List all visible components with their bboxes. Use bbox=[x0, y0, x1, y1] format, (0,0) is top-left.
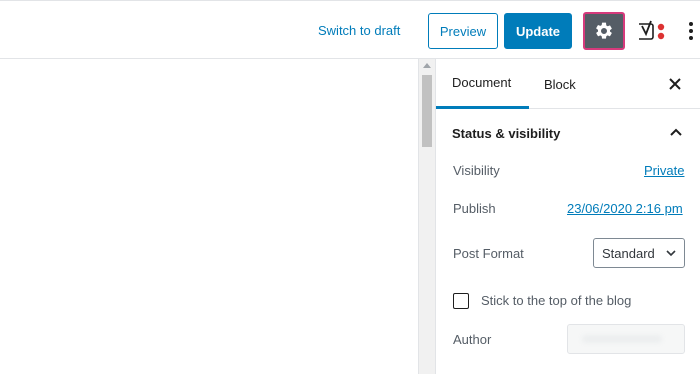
post-format-label: Post Format bbox=[453, 246, 524, 261]
post-format-selected-value: Standard bbox=[602, 245, 655, 261]
switch-to-draft-link[interactable]: Switch to draft bbox=[318, 23, 400, 38]
editor-header: Switch to draft Preview Update bbox=[0, 0, 700, 59]
visibility-toggle-link[interactable]: Private bbox=[644, 163, 684, 178]
scrollbar-thumb[interactable] bbox=[422, 75, 432, 147]
visibility-label: Visibility bbox=[453, 163, 500, 178]
author-select[interactable] bbox=[567, 324, 685, 354]
chevron-down-icon bbox=[666, 250, 676, 257]
yoast-icon bbox=[639, 20, 665, 40]
close-sidebar-button[interactable] bbox=[666, 75, 684, 93]
yoast-button[interactable] bbox=[632, 14, 670, 48]
sticky-checkbox-label[interactable]: Stick to the top of the blog bbox=[481, 293, 631, 308]
update-button[interactable]: Update bbox=[504, 13, 572, 49]
sticky-checkbox[interactable] bbox=[453, 293, 469, 309]
author-value-blurred bbox=[582, 335, 662, 343]
chevron-up-icon[interactable] bbox=[668, 125, 684, 141]
tab-block[interactable]: Block bbox=[544, 59, 584, 109]
settings-sidebar: Document Block Status & visibility Visib… bbox=[435, 59, 700, 374]
publish-date-link[interactable]: 23/06/2020 2:16 pm bbox=[567, 201, 683, 216]
scroll-up-arrow-icon[interactable] bbox=[423, 63, 431, 68]
gear-icon bbox=[596, 22, 612, 39]
more-options-button[interactable] bbox=[682, 17, 700, 45]
author-label: Author bbox=[453, 332, 492, 347]
preview-button[interactable]: Preview bbox=[428, 13, 498, 49]
tab-document[interactable]: Document bbox=[436, 59, 529, 109]
publish-label: Publish bbox=[453, 201, 496, 216]
editor-canvas[interactable] bbox=[0, 59, 418, 374]
vertical-ellipsis-icon bbox=[689, 22, 693, 26]
editor-scrollbar[interactable] bbox=[418, 59, 435, 374]
settings-button[interactable] bbox=[583, 12, 625, 50]
close-icon bbox=[669, 78, 681, 90]
sidebar-tabs: Document Block bbox=[436, 59, 700, 109]
status-visibility-panel-toggle[interactable]: Status & visibility bbox=[436, 109, 700, 157]
post-format-select[interactable]: Standard bbox=[593, 238, 685, 268]
